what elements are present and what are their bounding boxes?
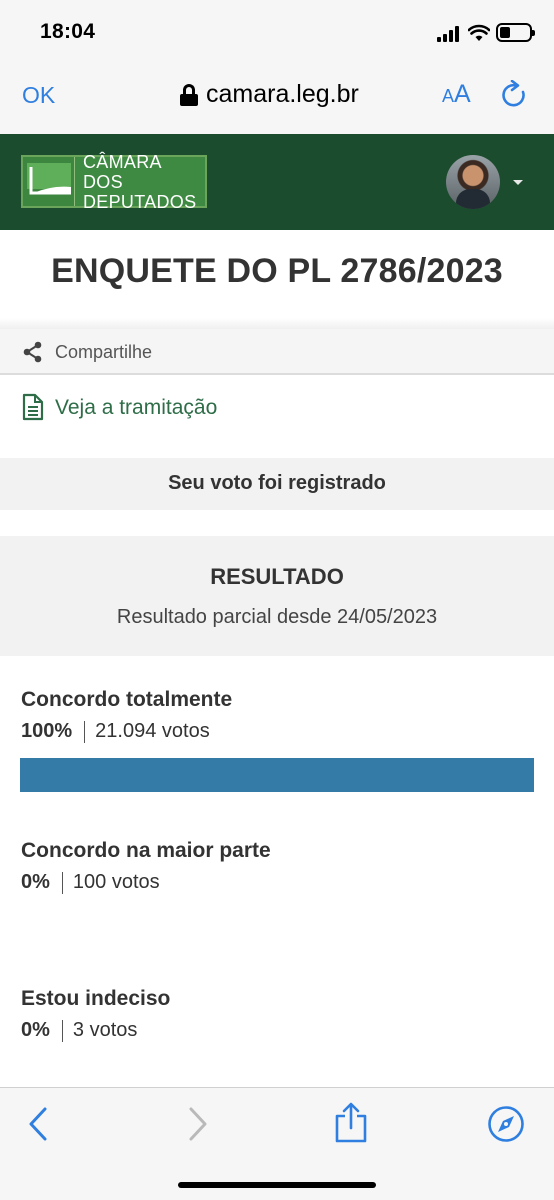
share-nodes-icon [23,341,42,363]
logo-text: CÂMARA DOS DEPUTADOS [75,152,205,212]
result-title: RESULTADO [210,564,344,589]
forward-icon[interactable] [186,1106,210,1142]
avatar[interactable] [446,155,500,209]
aa-big: A [454,80,471,108]
page-title: ENQUETE DO PL 2786/2023 [51,252,503,290]
option-votes: 100 votos [72,871,160,893]
result-bar [20,758,534,792]
share-bar[interactable]: Compartilhe [0,329,554,375]
option-stats: 100% 21.094 votos [21,720,534,743]
share-icon[interactable] [333,1102,369,1144]
lock-icon [180,83,198,106]
result-header: RESULTADO Resultado parcial desde 24/05/… [0,536,554,656]
cellular-signal-icon [437,26,461,42]
url-text: camara.leg.br [206,80,359,108]
result-subtitle: Resultado parcial desde 24/05/2023 [116,606,438,628]
option-stats: 0% 100 votos [21,871,534,894]
option-percent: 0% [21,871,50,893]
aa-small: A [442,86,455,106]
site-header: CÂMARA DOS DEPUTADOS [0,134,554,230]
poll-option: Concordo na maior parte 0% 100 votos [21,839,534,894]
logo-mark-icon [23,157,75,206]
poll-option: Estou indeciso 0% 3 votos [21,987,534,1042]
vote-registered-banner: Seu voto foi registrado [0,458,554,510]
browser-bar: OK camara.leg.br AA [0,62,554,134]
tramitacao-link[interactable]: Veja a tramitação [55,396,217,420]
reload-icon[interactable] [500,80,528,110]
caret-down-icon[interactable] [513,180,523,185]
result-bar-fill [20,758,534,792]
option-percent: 100% [21,720,73,742]
back-icon[interactable] [26,1106,50,1142]
vote-registered-text: Seu voto foi registrado [168,472,386,494]
document-icon [22,393,44,421]
camara-logo[interactable]: CÂMARA DOS DEPUTADOS [21,152,207,212]
status-bar: 18:04 [0,0,554,62]
option-name: Concordo totalmente [21,688,233,711]
status-time: 18:04 [40,20,96,43]
option-name: Estou indeciso [21,987,171,1010]
separator [61,1019,63,1042]
ok-button[interactable]: OK [22,82,55,109]
poll-option: Concordo totalmente 100% 21.094 votos [20,688,534,792]
separator [61,871,63,894]
logo-line2: DEPUTADOS [83,191,197,212]
option-votes: 21.094 votos [95,720,210,742]
wifi-icon [468,24,490,41]
option-stats: 0% 3 votos [21,1019,534,1042]
text-size-button[interactable]: AA [442,80,471,109]
battery-icon [496,23,535,42]
compass-icon[interactable] [487,1105,525,1143]
logo-line1: CÂMARA DOS [83,151,161,192]
separator [84,720,86,743]
option-percent: 0% [21,1019,50,1041]
share-label: Compartilhe [55,342,153,362]
home-indicator [178,1182,376,1188]
address-bar[interactable]: camara.leg.br [180,80,359,109]
result-bar [20,909,534,943]
option-name: Concordo na maior parte [21,839,271,862]
option-votes: 3 votos [72,1019,138,1041]
